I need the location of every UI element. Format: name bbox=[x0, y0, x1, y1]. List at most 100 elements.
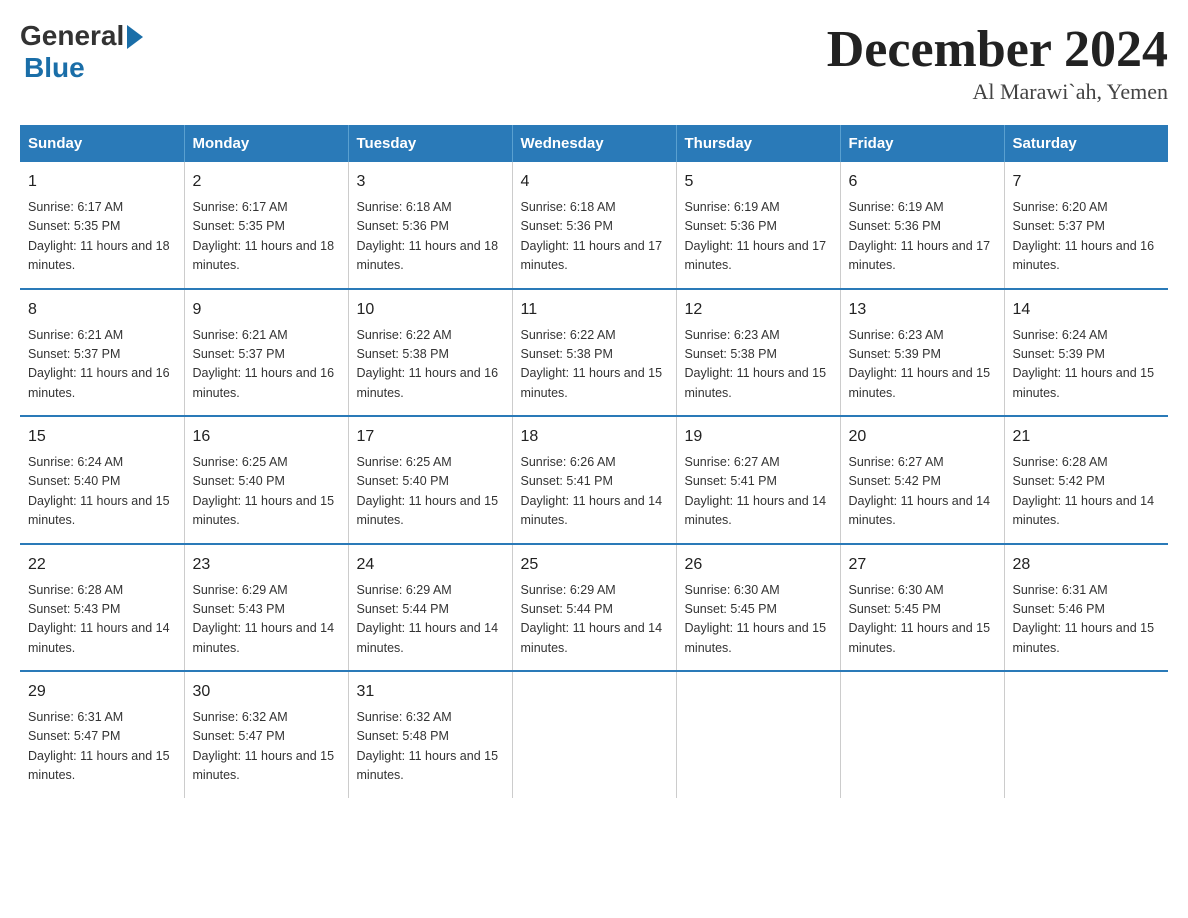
day-number: 29 bbox=[28, 680, 176, 704]
calendar-cell: 26 Sunrise: 6:30 AM Sunset: 5:45 PM Dayl… bbox=[676, 544, 840, 672]
weekday-header-sunday: Sunday bbox=[20, 125, 184, 162]
calendar-cell: 28 Sunrise: 6:31 AM Sunset: 5:46 PM Dayl… bbox=[1004, 544, 1168, 672]
calendar-cell: 18 Sunrise: 6:26 AM Sunset: 5:41 PM Dayl… bbox=[512, 416, 676, 544]
day-number: 3 bbox=[357, 170, 504, 194]
day-info: Sunrise: 6:25 AM Sunset: 5:40 PM Dayligh… bbox=[357, 453, 504, 531]
day-number: 4 bbox=[521, 170, 668, 194]
day-info: Sunrise: 6:31 AM Sunset: 5:46 PM Dayligh… bbox=[1013, 581, 1161, 659]
week-row-5: 29 Sunrise: 6:31 AM Sunset: 5:47 PM Dayl… bbox=[20, 671, 1168, 798]
day-number: 22 bbox=[28, 553, 176, 577]
day-number: 31 bbox=[357, 680, 504, 704]
day-info: Sunrise: 6:29 AM Sunset: 5:44 PM Dayligh… bbox=[357, 581, 504, 659]
calendar-cell bbox=[676, 671, 840, 798]
calendar-cell: 13 Sunrise: 6:23 AM Sunset: 5:39 PM Dayl… bbox=[840, 289, 1004, 417]
calendar-cell bbox=[840, 671, 1004, 798]
calendar-cell: 21 Sunrise: 6:28 AM Sunset: 5:42 PM Dayl… bbox=[1004, 416, 1168, 544]
day-number: 20 bbox=[849, 425, 996, 449]
calendar-cell: 4 Sunrise: 6:18 AM Sunset: 5:36 PM Dayli… bbox=[512, 162, 676, 289]
weekday-header-saturday: Saturday bbox=[1004, 125, 1168, 162]
calendar-cell: 30 Sunrise: 6:32 AM Sunset: 5:47 PM Dayl… bbox=[184, 671, 348, 798]
day-number: 17 bbox=[357, 425, 504, 449]
day-number: 28 bbox=[1013, 553, 1161, 577]
day-info: Sunrise: 6:25 AM Sunset: 5:40 PM Dayligh… bbox=[193, 453, 340, 531]
day-info: Sunrise: 6:17 AM Sunset: 5:35 PM Dayligh… bbox=[28, 198, 176, 276]
calendar-cell: 19 Sunrise: 6:27 AM Sunset: 5:41 PM Dayl… bbox=[676, 416, 840, 544]
calendar-cell: 9 Sunrise: 6:21 AM Sunset: 5:37 PM Dayli… bbox=[184, 289, 348, 417]
day-number: 27 bbox=[849, 553, 996, 577]
calendar-cell: 23 Sunrise: 6:29 AM Sunset: 5:43 PM Dayl… bbox=[184, 544, 348, 672]
weekday-header-wednesday: Wednesday bbox=[512, 125, 676, 162]
day-info: Sunrise: 6:24 AM Sunset: 5:40 PM Dayligh… bbox=[28, 453, 176, 531]
day-info: Sunrise: 6:22 AM Sunset: 5:38 PM Dayligh… bbox=[357, 326, 504, 404]
calendar-cell: 8 Sunrise: 6:21 AM Sunset: 5:37 PM Dayli… bbox=[20, 289, 184, 417]
day-number: 7 bbox=[1013, 170, 1161, 194]
calendar-location: Al Marawi`ah, Yemen bbox=[827, 79, 1168, 105]
day-number: 10 bbox=[357, 298, 504, 322]
day-number: 15 bbox=[28, 425, 176, 449]
day-info: Sunrise: 6:29 AM Sunset: 5:43 PM Dayligh… bbox=[193, 581, 340, 659]
calendar-cell: 5 Sunrise: 6:19 AM Sunset: 5:36 PM Dayli… bbox=[676, 162, 840, 289]
day-number: 12 bbox=[685, 298, 832, 322]
day-info: Sunrise: 6:32 AM Sunset: 5:47 PM Dayligh… bbox=[193, 708, 340, 786]
day-number: 2 bbox=[193, 170, 340, 194]
day-info: Sunrise: 6:19 AM Sunset: 5:36 PM Dayligh… bbox=[849, 198, 996, 276]
day-number: 5 bbox=[685, 170, 832, 194]
calendar-cell: 10 Sunrise: 6:22 AM Sunset: 5:38 PM Dayl… bbox=[348, 289, 512, 417]
week-row-4: 22 Sunrise: 6:28 AM Sunset: 5:43 PM Dayl… bbox=[20, 544, 1168, 672]
day-info: Sunrise: 6:30 AM Sunset: 5:45 PM Dayligh… bbox=[849, 581, 996, 659]
calendar-cell: 17 Sunrise: 6:25 AM Sunset: 5:40 PM Dayl… bbox=[348, 416, 512, 544]
day-info: Sunrise: 6:17 AM Sunset: 5:35 PM Dayligh… bbox=[193, 198, 340, 276]
day-number: 25 bbox=[521, 553, 668, 577]
calendar-cell: 29 Sunrise: 6:31 AM Sunset: 5:47 PM Dayl… bbox=[20, 671, 184, 798]
calendar-cell bbox=[1004, 671, 1168, 798]
day-info: Sunrise: 6:31 AM Sunset: 5:47 PM Dayligh… bbox=[28, 708, 176, 786]
day-info: Sunrise: 6:18 AM Sunset: 5:36 PM Dayligh… bbox=[521, 198, 668, 276]
weekday-header-tuesday: Tuesday bbox=[348, 125, 512, 162]
logo-blue-text: Blue bbox=[24, 52, 85, 83]
day-number: 14 bbox=[1013, 298, 1161, 322]
calendar-cell: 6 Sunrise: 6:19 AM Sunset: 5:36 PM Dayli… bbox=[840, 162, 1004, 289]
day-number: 1 bbox=[28, 170, 176, 194]
calendar-cell: 1 Sunrise: 6:17 AM Sunset: 5:35 PM Dayli… bbox=[20, 162, 184, 289]
calendar-cell: 2 Sunrise: 6:17 AM Sunset: 5:35 PM Dayli… bbox=[184, 162, 348, 289]
day-info: Sunrise: 6:26 AM Sunset: 5:41 PM Dayligh… bbox=[521, 453, 668, 531]
day-info: Sunrise: 6:27 AM Sunset: 5:42 PM Dayligh… bbox=[849, 453, 996, 531]
day-info: Sunrise: 6:28 AM Sunset: 5:42 PM Dayligh… bbox=[1013, 453, 1161, 531]
calendar-cell: 22 Sunrise: 6:28 AM Sunset: 5:43 PM Dayl… bbox=[20, 544, 184, 672]
page-header: General Blue December 2024 Al Marawi`ah,… bbox=[20, 20, 1168, 105]
day-info: Sunrise: 6:21 AM Sunset: 5:37 PM Dayligh… bbox=[193, 326, 340, 404]
day-number: 21 bbox=[1013, 425, 1161, 449]
day-info: Sunrise: 6:23 AM Sunset: 5:39 PM Dayligh… bbox=[849, 326, 996, 404]
calendar-cell: 3 Sunrise: 6:18 AM Sunset: 5:36 PM Dayli… bbox=[348, 162, 512, 289]
day-info: Sunrise: 6:29 AM Sunset: 5:44 PM Dayligh… bbox=[521, 581, 668, 659]
day-number: 18 bbox=[521, 425, 668, 449]
day-info: Sunrise: 6:21 AM Sunset: 5:37 PM Dayligh… bbox=[28, 326, 176, 404]
day-number: 24 bbox=[357, 553, 504, 577]
day-number: 26 bbox=[685, 553, 832, 577]
day-number: 9 bbox=[193, 298, 340, 322]
calendar-table: SundayMondayTuesdayWednesdayThursdayFrid… bbox=[20, 125, 1168, 798]
day-number: 8 bbox=[28, 298, 176, 322]
day-number: 23 bbox=[193, 553, 340, 577]
day-info: Sunrise: 6:32 AM Sunset: 5:48 PM Dayligh… bbox=[357, 708, 504, 786]
logo: General Blue bbox=[20, 20, 143, 84]
day-number: 16 bbox=[193, 425, 340, 449]
day-number: 13 bbox=[849, 298, 996, 322]
day-info: Sunrise: 6:28 AM Sunset: 5:43 PM Dayligh… bbox=[28, 581, 176, 659]
day-info: Sunrise: 6:19 AM Sunset: 5:36 PM Dayligh… bbox=[685, 198, 832, 276]
calendar-title-block: December 2024 Al Marawi`ah, Yemen bbox=[827, 20, 1168, 105]
weekday-header-row: SundayMondayTuesdayWednesdayThursdayFrid… bbox=[20, 125, 1168, 162]
weekday-header-thursday: Thursday bbox=[676, 125, 840, 162]
logo-arrow-icon bbox=[127, 25, 143, 49]
week-row-3: 15 Sunrise: 6:24 AM Sunset: 5:40 PM Dayl… bbox=[20, 416, 1168, 544]
day-info: Sunrise: 6:18 AM Sunset: 5:36 PM Dayligh… bbox=[357, 198, 504, 276]
day-info: Sunrise: 6:23 AM Sunset: 5:38 PM Dayligh… bbox=[685, 326, 832, 404]
calendar-cell: 24 Sunrise: 6:29 AM Sunset: 5:44 PM Dayl… bbox=[348, 544, 512, 672]
calendar-cell: 31 Sunrise: 6:32 AM Sunset: 5:48 PM Dayl… bbox=[348, 671, 512, 798]
day-info: Sunrise: 6:22 AM Sunset: 5:38 PM Dayligh… bbox=[521, 326, 668, 404]
day-info: Sunrise: 6:24 AM Sunset: 5:39 PM Dayligh… bbox=[1013, 326, 1161, 404]
calendar-cell: 12 Sunrise: 6:23 AM Sunset: 5:38 PM Dayl… bbox=[676, 289, 840, 417]
day-info: Sunrise: 6:27 AM Sunset: 5:41 PM Dayligh… bbox=[685, 453, 832, 531]
calendar-cell: 25 Sunrise: 6:29 AM Sunset: 5:44 PM Dayl… bbox=[512, 544, 676, 672]
weekday-header-monday: Monday bbox=[184, 125, 348, 162]
